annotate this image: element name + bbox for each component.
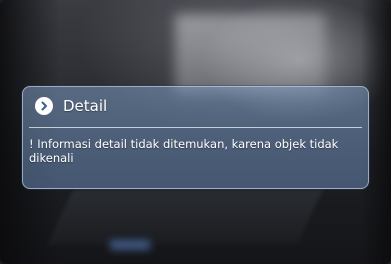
dialog-message: ! Informasi detail tidak ditemukan, kare… [29,137,339,165]
detail-dialog: Detail ! Informasi detail tidak ditemuka… [22,86,369,189]
dialog-title: Detail [63,97,108,115]
camera-view: Detail ! Informasi detail tidak ditemuka… [0,0,391,264]
dialog-header[interactable]: Detail [23,87,368,125]
background-object [47,190,323,245]
divider [29,127,362,128]
chevron-right-icon[interactable] [35,97,53,115]
background-glint [110,240,150,250]
background-light-patch [175,14,325,94]
